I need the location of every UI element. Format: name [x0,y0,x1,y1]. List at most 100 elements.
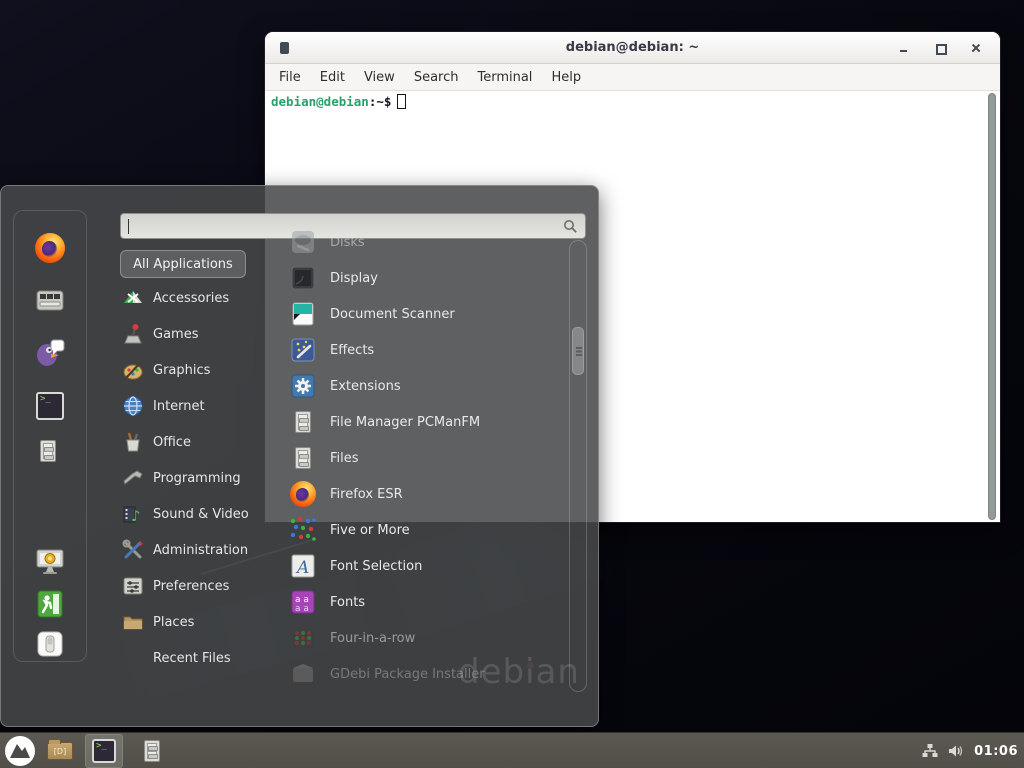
app-item-display[interactable]: Display [289,262,567,294]
folder-launcher[interactable]: [D] [41,734,79,768]
volume-icon[interactable] [947,742,966,760]
category-graphics[interactable]: Graphics [122,358,280,382]
category-label: Administration [153,543,248,558]
menu-terminal[interactable]: Terminal [472,68,537,87]
category-preferences[interactable]: Preferences [122,574,280,598]
terminal-window-icon [280,42,289,54]
favorites-panel: >_ [13,210,87,662]
app-label: Files [330,451,359,466]
app-item-firefox-esr[interactable]: Firefox ESR [289,478,567,510]
minimize-icon[interactable] [898,42,910,54]
app-item-four-in-a-row[interactable]: Four-in-a-row [289,622,567,654]
pidgin-favorite[interactable] [34,336,66,368]
prompt-suffix: :~$ [369,94,392,109]
svg-text:A: A [295,558,309,578]
menu-search[interactable]: Search [409,68,464,87]
category-places[interactable]: Places [122,610,280,634]
category-games[interactable]: Games [122,322,280,346]
app-item-document-scanner[interactable]: Document Scanner [289,298,567,330]
category-label: Recent Files [153,651,231,666]
category-label: Graphics [153,363,210,378]
menu-help[interactable]: Help [546,68,586,87]
firefox-favorite[interactable] [34,232,66,264]
menu-file[interactable]: File [274,68,306,87]
administration-icon [122,539,144,561]
app-item-files[interactable]: Files [289,442,567,474]
office-icon [122,431,144,453]
desktop: debian debian@debian: ~ File Edit View S… [0,0,1024,768]
category-programming[interactable]: Programming [122,466,280,490]
app-item-font-selection[interactable]: A Font Selection [289,550,567,582]
screensaver-icon [34,545,66,577]
category-administration[interactable]: Administration [122,538,280,562]
file-manager-icon [34,437,62,465]
document-scanner-icon [289,300,317,328]
menu-edit[interactable]: Edit [315,68,350,87]
four-in-a-row-icon [289,624,317,652]
file-manager-favorite[interactable] [34,437,66,469]
category-label: Sound & Video [153,507,249,522]
app-item-fonts[interactable]: a a a a Fonts [289,586,567,618]
category-accessories[interactable]: Accessories [122,286,280,310]
firefox-icon [35,233,65,263]
close-icon[interactable] [970,42,982,54]
display-icon [289,264,317,292]
app-label: Five or More [330,523,410,538]
category-sound-video[interactable]: ♪ Sound & Video [122,502,280,526]
pidgin-icon [34,336,66,368]
app-list-scrollbar[interactable] [569,240,587,692]
svg-text:a a: a a [295,604,309,614]
logout-icon [34,588,66,620]
menu-button[interactable] [1,734,39,768]
category-label: Games [153,327,198,342]
menu-view[interactable]: View [359,68,400,87]
maximize-icon[interactable] [934,42,946,54]
app-item-gdebi[interactable]: GDebi Package Installer [289,658,567,690]
category-all-applications[interactable]: All Applications [120,250,246,278]
file-cabinet-icon [289,408,317,436]
screensaver-favorite[interactable] [34,545,66,577]
app-item-extensions[interactable]: Extensions [289,370,567,402]
app-label: Font Selection [330,559,422,574]
terminal-scrollbar-thumb[interactable] [988,93,996,520]
terminal-cursor [397,94,406,109]
category-label: Internet [153,399,205,414]
font-selection-icon: A [289,552,317,580]
category-internet[interactable]: Internet [122,394,280,418]
logout-favorite[interactable] [34,588,66,620]
terminal-scrollbar[interactable] [986,93,998,520]
category-label: Preferences [153,579,229,594]
files-launcher-icon [138,737,166,765]
category-recent-files[interactable]: Recent Files [122,646,280,670]
sound-video-icon: ♪ [122,503,144,525]
shutdown-favorite[interactable] [34,628,66,660]
terminal-icon: >_ [36,392,64,420]
app-label: Document Scanner [330,307,455,322]
app-list-scrollbar-thumb[interactable] [572,327,584,375]
category-label: All Applications [133,257,233,272]
package-manager-favorite[interactable] [34,284,66,316]
app-label: Extensions [330,379,401,394]
terminal-titlebar[interactable]: debian@debian: ~ [265,32,1000,64]
gdebi-icon [289,660,317,688]
app-label: GDebi Package Installer [330,667,485,682]
app-item-disks[interactable]: Disks [289,226,567,258]
games-icon [122,323,144,345]
app-label: File Manager PCManFM [330,415,480,430]
category-label: Office [153,435,191,450]
terminal-favorite[interactable]: >_ [34,390,66,422]
file-cabinet-icon [289,444,317,472]
app-item-effects[interactable]: Effects [289,334,567,366]
menu-orb-icon [5,736,35,766]
files-launcher[interactable] [133,734,171,768]
app-item-pcmanfm[interactable]: File Manager PCManFM [289,406,567,438]
clock[interactable]: 01:06 [974,744,1018,759]
preferences-icon [122,575,144,597]
app-label: Firefox ESR [330,487,403,502]
network-icon[interactable] [921,742,939,760]
app-item-five-or-more[interactable]: Five or More [289,514,567,546]
terminal-launcher[interactable]: >_ [85,734,123,768]
category-label: Accessories [153,291,229,306]
taskbar: [D] >_ 01: [0,732,1024,768]
category-office[interactable]: Office [122,430,280,454]
